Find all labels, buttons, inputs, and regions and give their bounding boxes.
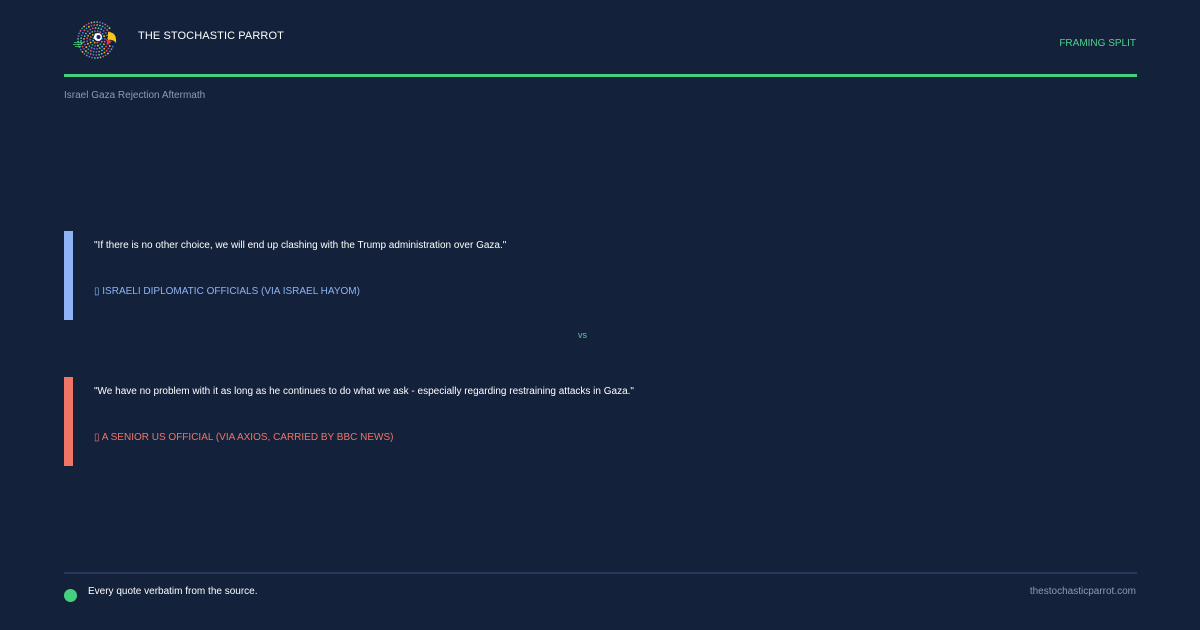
quote-text: "If there is no other choice, we will en… — [94, 240, 507, 251]
quote-attribution: ▯ ISRAELI DIPLOMATIC OFFICIALS (VIA ISRA… — [94, 286, 360, 297]
topic-title: Israel Gaza Rejection Aftermath — [64, 90, 206, 101]
footer-url: thestochasticparrot.com — [1029, 586, 1136, 597]
status-dot-icon — [64, 589, 77, 602]
footer-note: Every quote verbatim from the source. — [88, 586, 258, 597]
quote-accent-bar — [64, 231, 73, 320]
quote-card-israeli: "If there is no other choice, we will en… — [64, 231, 1137, 320]
quote-card-us-official: "We have no problem with it as long as h… — [64, 377, 1137, 466]
quote-text: "We have no problem with it as long as h… — [94, 386, 634, 397]
quote-accent-bar — [64, 377, 73, 466]
brand-name: THE STOCHASTIC PARROT — [138, 30, 284, 42]
framing-split-tag: FRAMING SPLIT — [1059, 38, 1136, 49]
parrot-logo-icon — [68, 16, 120, 64]
header-divider — [64, 74, 1137, 77]
quote-attribution: ▯ A SENIOR US OFFICIAL (VIA AXIOS, CARRI… — [94, 432, 394, 443]
footer-divider — [64, 572, 1137, 574]
vs-separator: vs — [578, 330, 587, 340]
